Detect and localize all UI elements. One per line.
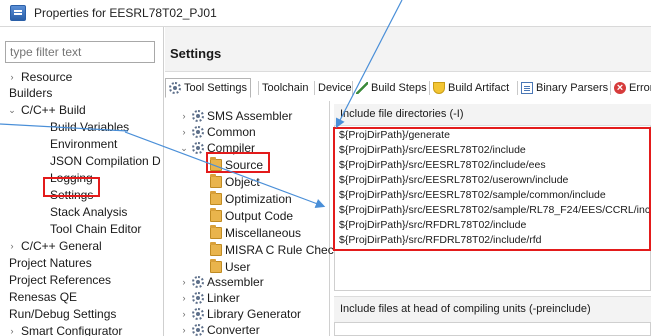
tab-binary-parsers[interactable]: Binary Parsers [518,78,611,98]
nav-item-project-references[interactable]: Project References [7,272,111,288]
tree-item-compiler[interactable]: ⌄ Compiler [179,140,255,156]
gear-icon [192,126,204,138]
nav-item-json-compilation[interactable]: JSON Compilation D [22,153,161,169]
tab-error[interactable]: Error [611,78,651,98]
title-bar: Properties for EESRL78T02_PJ01 [0,0,651,27]
chevron-right-icon[interactable]: › [7,69,17,85]
window-title: Properties for EESRL78T02_PJ01 [34,6,217,20]
gear-icon [192,292,204,304]
tree-item-misra-c-rule-check[interactable]: MISRA C Rule Check [210,242,340,258]
nav-item-run-debug-settings[interactable]: Run/Debug Settings [7,306,116,322]
chevron-down-icon[interactable]: ⌄ [179,140,189,156]
tree-item-linker[interactable]: › Linker [179,290,240,306]
gear-icon [192,324,204,336]
tree-item-assembler[interactable]: › Assembler [179,274,264,290]
nav-item-logging[interactable]: Logging [22,170,93,186]
folder-icon [210,174,222,188]
list-item[interactable]: ${ProjDirPath}/src/RFDRL78T02/include [339,219,526,232]
preinclude-header: Include files at head of compiling units… [334,296,651,322]
folder-icon [210,157,222,171]
tree-item-optimization[interactable]: Optimization [210,191,292,207]
nav-item-c-cpp-general[interactable]: › C/C++ General [7,238,102,254]
preinclude-list[interactable] [334,322,651,336]
chevron-down-icon[interactable]: ⌄ [7,102,17,118]
list-item[interactable]: ${ProjDirPath}/src/EESRL78T02/include [339,144,526,157]
tab-build-steps[interactable]: Build Steps [353,78,430,98]
tab-build-artifact[interactable]: Build Artifact [430,78,512,98]
nav-item-c-cpp-build[interactable]: ⌄ C/C++ Build [7,102,85,118]
folder-icon [210,191,222,205]
tree-item-library-generator[interactable]: › Library Generator [179,306,302,322]
folder-icon [210,259,222,273]
chevron-right-icon[interactable]: › [7,238,17,254]
tree-item-output-code[interactable]: Output Code [210,208,293,224]
gear-icon [192,276,204,288]
nav-item-resource[interactable]: › Resource [7,69,73,85]
folder-icon [210,225,222,239]
list-item[interactable]: ${ProjDirPath}/generate [339,129,450,142]
nav-item-project-natures[interactable]: Project Natures [7,255,92,271]
include-dirs-list[interactable]: ${ProjDirPath}/generate ${ProjDirPath}/s… [334,126,651,291]
tab-device[interactable]: Device [315,78,355,98]
tab-tool-settings[interactable]: Tool Settings [165,78,251,98]
tree-item-common[interactable]: › Common [179,124,256,140]
chevron-right-icon[interactable]: › [179,290,189,306]
nav-item-renesas-qe[interactable]: Renesas QE [7,289,77,305]
gear-icon [192,110,204,122]
tree-item-object[interactable]: Object [210,174,260,190]
list-item[interactable]: ${ProjDirPath}/src/EESRL78T02/sample/RL7… [339,204,650,217]
tree-item-source[interactable]: Source [210,157,263,173]
nav-item-settings[interactable]: Settings [22,187,93,203]
filter-input[interactable] [5,41,155,63]
page-title: Settings [170,46,222,61]
gear-icon [192,142,204,154]
chevron-right-icon[interactable]: › [179,322,189,336]
chevron-right-icon[interactable]: › [7,323,17,336]
nav-item-environment[interactable]: Environment [22,136,117,152]
error-icon [614,79,626,97]
tab-toolchain[interactable]: Toolchain [259,78,311,98]
brush-icon [356,82,368,94]
nav-item-tool-chain-editor[interactable]: Tool Chain Editor [22,221,141,237]
binary-icon [521,82,533,94]
trophy-icon [433,82,445,94]
folder-icon [210,242,222,256]
list-item[interactable]: ${ProjDirPath}/src/RFDRL78T02/include/rf… [339,234,542,247]
settings-tabs: Tool Settings Toolchain Device Build Ste… [165,78,651,98]
list-item[interactable]: ${ProjDirPath}/src/EESRL78T02/userown/in… [339,174,568,187]
tree-item-converter[interactable]: › Converter [179,322,260,336]
nav-item-builders[interactable]: Builders [7,85,52,101]
nav-item-stack-analysis[interactable]: Stack Analysis [22,204,127,220]
tool-settings-tree: › SMS Assembler › Common ⌄ Compiler Source … [165,101,340,336]
include-dirs-header: Include file directories (-I) [334,104,651,126]
chevron-right-icon[interactable]: › [179,306,189,322]
nav-item-build-variables[interactable]: Build Variables [22,119,129,135]
chevron-right-icon[interactable]: › [179,124,189,140]
nav-item-smart-configurator[interactable]: › Smart Configurator [7,323,123,336]
gear-icon [169,82,181,94]
list-item[interactable]: ${ProjDirPath}/src/EESRL78T02/sample/com… [339,189,606,202]
list-item[interactable]: ${ProjDirPath}/src/EESRL78T02/include/ee… [339,159,546,172]
left-nav-panel: ›Resource Builders ⌄C/C++ Build Build Va… [0,27,164,336]
tree-item-sms-assembler[interactable]: › SMS Assembler [179,108,293,124]
tree-item-user[interactable]: User [210,259,250,275]
chevron-right-icon[interactable]: › [179,274,189,290]
folder-icon [210,208,222,222]
gear-icon [192,308,204,320]
chevron-right-icon[interactable]: › [179,108,189,124]
tree-item-miscellaneous[interactable]: Miscellaneous [210,225,301,241]
properties-app-icon [10,5,26,21]
settings-header: Settings [165,27,651,72]
